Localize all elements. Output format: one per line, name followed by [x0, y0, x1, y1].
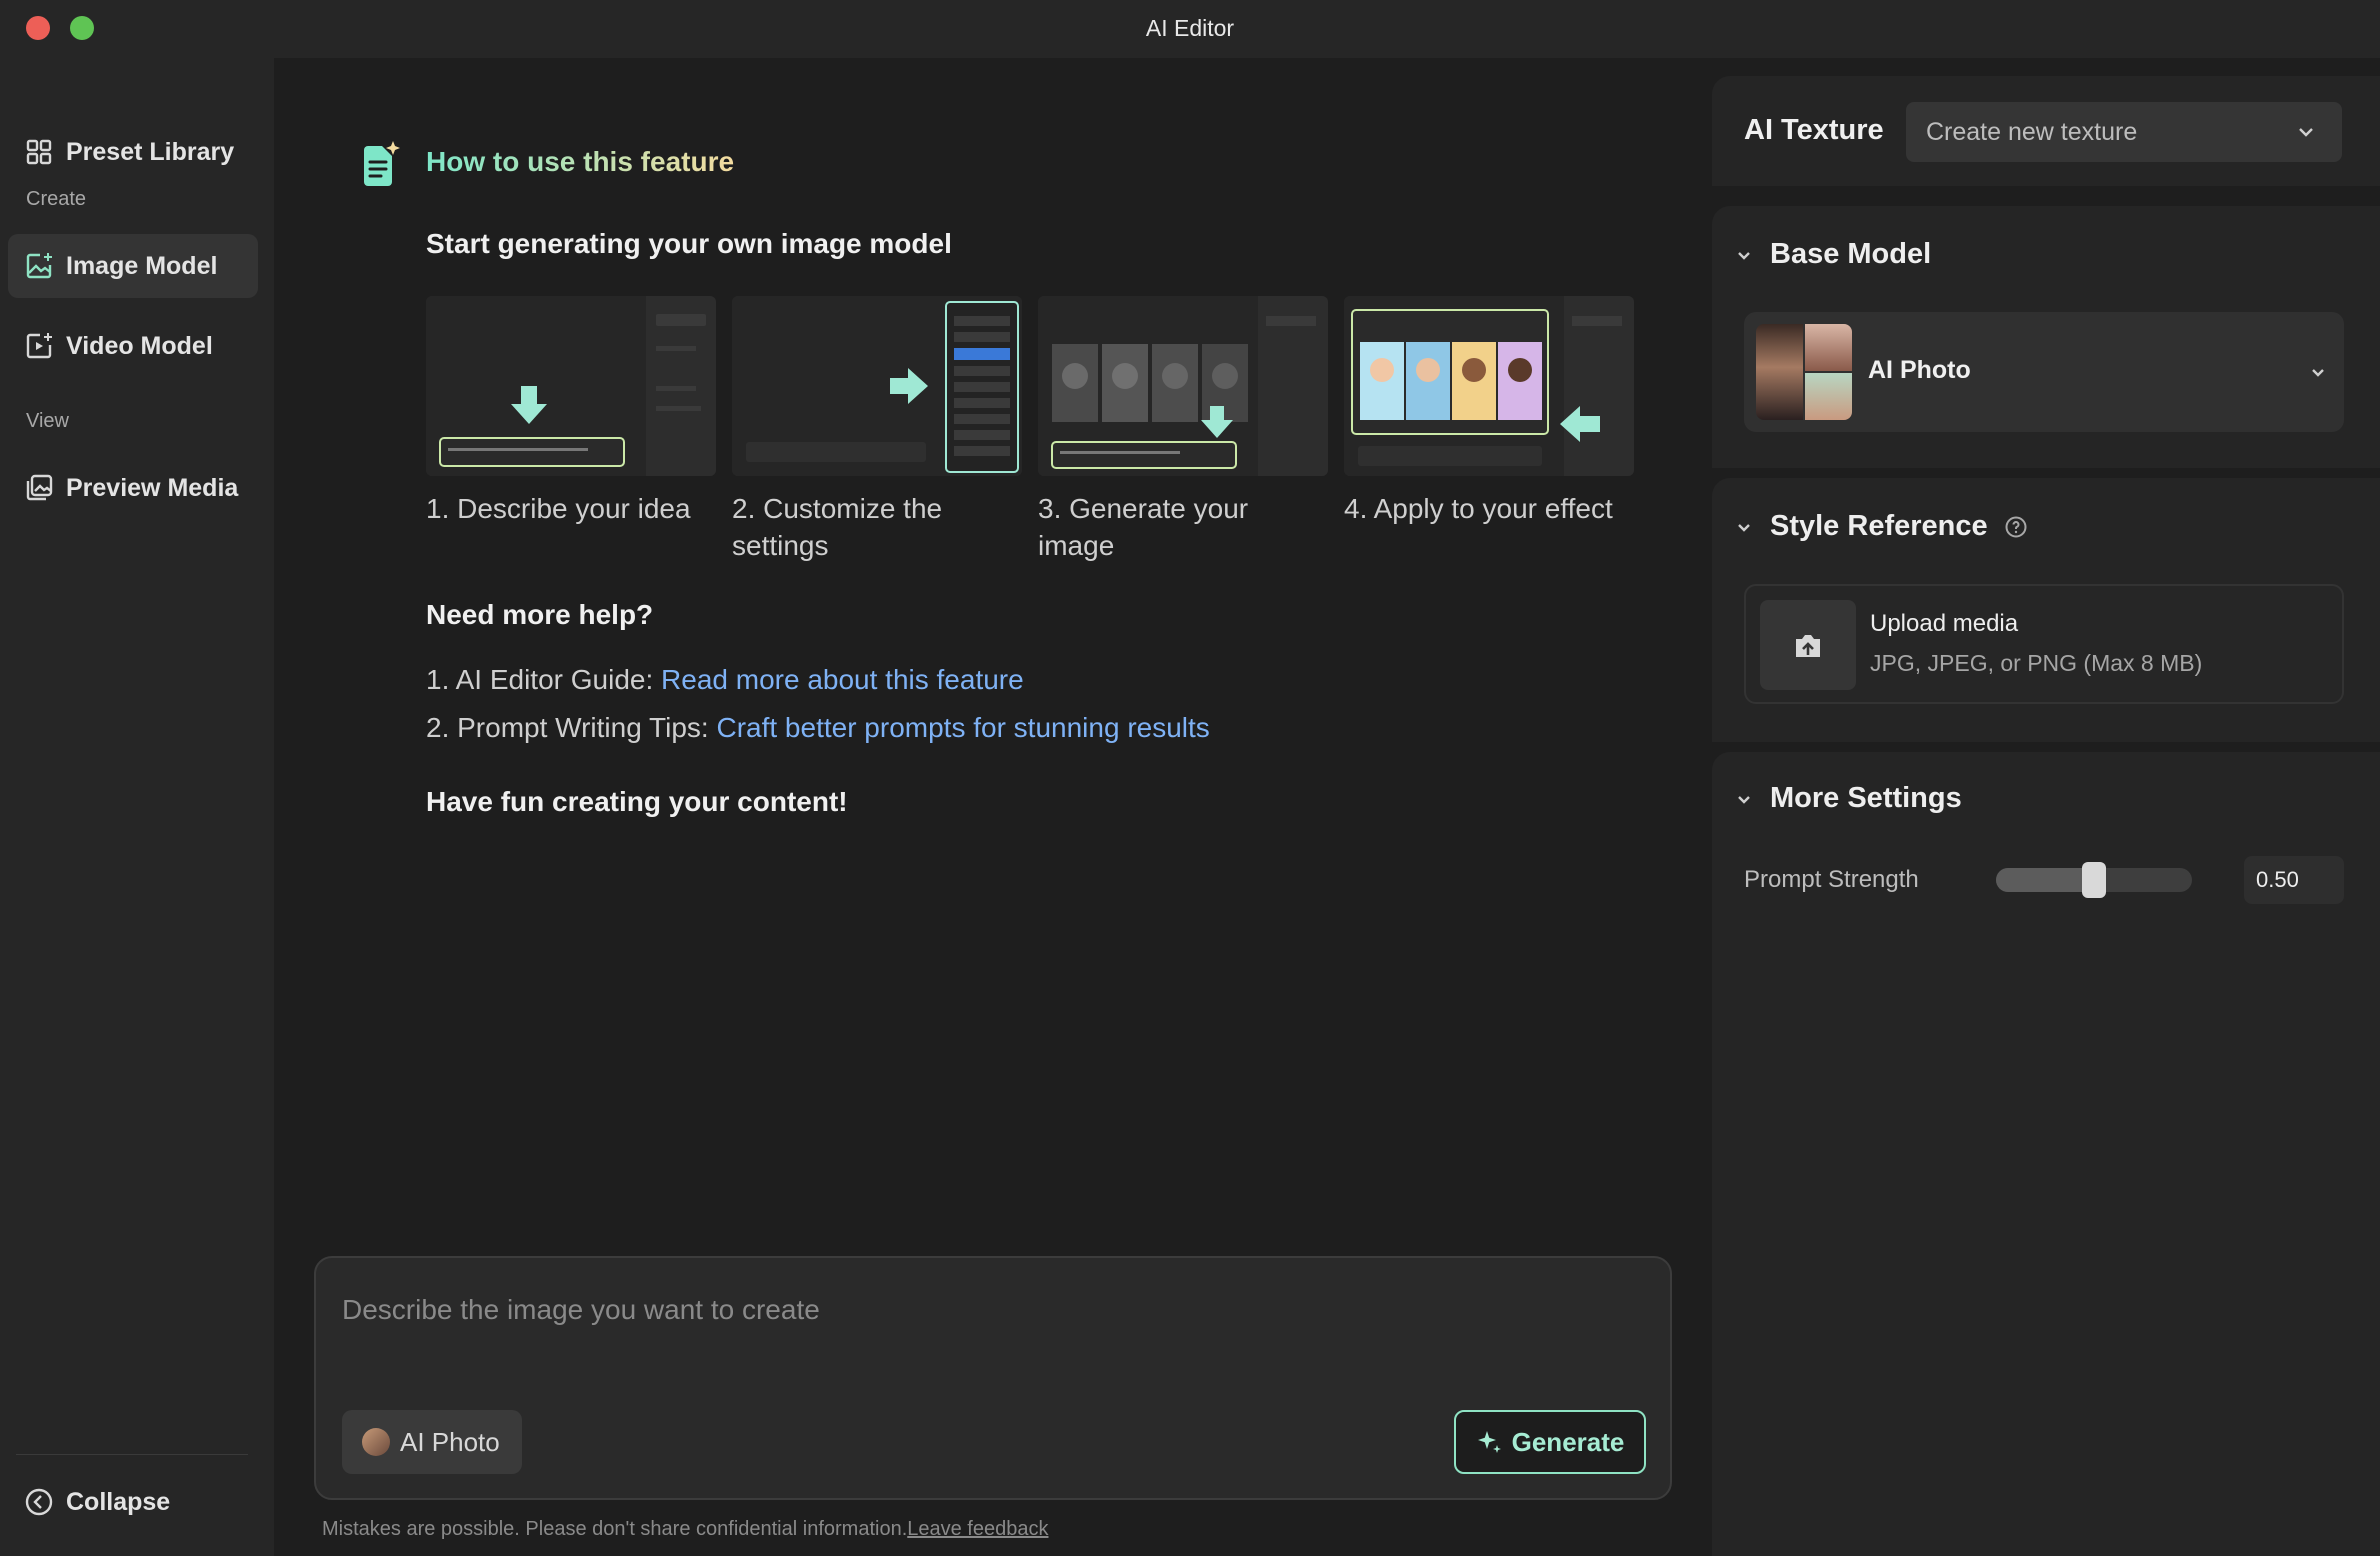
more-settings-toggle[interactable]: More Settings	[1734, 782, 1962, 815]
step-thumbnail	[1344, 296, 1634, 476]
sparkle-icon	[1477, 1431, 1501, 1453]
base-model-select[interactable]: AI Photo	[1744, 312, 2344, 432]
howto-title: How to use this feature	[426, 146, 735, 177]
create-section-label: Create	[26, 188, 87, 210]
sidebar-divider	[16, 1454, 248, 1455]
slider-thumb[interactable]	[2082, 862, 2106, 898]
generate-button[interactable]: Generate	[1454, 1410, 1646, 1474]
more-settings-heading: More Settings	[1770, 782, 1962, 814]
preview-media-icon	[24, 473, 54, 503]
generate-label: Generate	[1511, 1426, 1625, 1457]
model-avatar	[362, 1428, 390, 1456]
leave-feedback-link[interactable]: Leave feedback	[907, 1518, 1048, 1540]
sidebar-item-video-model[interactable]: Video Model	[8, 314, 258, 378]
window-title: AI Editor	[1145, 15, 1235, 41]
style-reference-toggle[interactable]: Style Reference	[1734, 510, 2028, 543]
guide-link[interactable]: Read more about this feature	[661, 664, 1024, 695]
step-card: 1. Describe your idea	[426, 296, 716, 527]
sidebar-item-label: Video Model	[66, 331, 213, 360]
step-card: 2. Customize the settings	[732, 296, 1022, 564]
step-caption: 4. Apply to your effect	[1344, 493, 1613, 524]
base-model-heading: Base Model	[1770, 238, 1932, 270]
help-heading: Need more help?	[426, 599, 654, 630]
help-icon[interactable]	[2004, 515, 2028, 539]
chevron-down-icon	[1738, 795, 1750, 804]
upload-title: Upload media	[1870, 610, 2019, 637]
step-caption: 2. Customize the settings	[732, 493, 943, 561]
sidebar-item-image-model[interactable]: Image Model	[8, 234, 258, 298]
model-chip[interactable]: AI Photo	[342, 1410, 522, 1474]
texture-select-value: Create new texture	[1926, 117, 2138, 146]
upload-image-icon	[1760, 600, 1856, 690]
model-thumbnail	[1756, 324, 1852, 420]
model-chip-label: AI Photo	[400, 1426, 500, 1457]
disclaimer: Mistakes are possible. Please don't shar…	[322, 1518, 1048, 1541]
sidebar-item-label: Image Model	[66, 251, 218, 280]
steps-row: 1. Describe your idea 2. Customize the s…	[426, 296, 1636, 576]
grid-icon	[24, 137, 54, 167]
collapse-label: Collapse	[66, 1487, 171, 1516]
step-caption: 1. Describe your idea	[426, 493, 691, 524]
disclaimer-text: Mistakes are possible. Please don't shar…	[322, 1518, 908, 1540]
step-thumbnail	[1038, 296, 1328, 476]
sidebar-item-preview-media[interactable]: Preview Media	[8, 456, 258, 520]
help-line-tips: 2. Prompt Writing Tips: Craft better pro…	[426, 712, 1210, 744]
prompt-strength-value[interactable]: 0.50	[2244, 856, 2344, 904]
prompt-box: AI Photo Generate	[314, 1256, 1672, 1500]
chevron-down-icon	[1738, 523, 1750, 532]
base-model-name: AI Photo	[1868, 356, 1971, 384]
step-card: 4. Apply to your effect	[1344, 296, 1634, 527]
step-card: 3. Generate your image	[1038, 296, 1328, 564]
document-sparkle-icon	[364, 141, 400, 186]
step-thumbnail	[732, 296, 1022, 476]
sidebar-item-label: Preset Library	[66, 137, 235, 166]
base-model-toggle[interactable]: Base Model	[1734, 238, 1931, 271]
chevron-left-circle-icon	[24, 1487, 54, 1517]
collapse-button[interactable]: Collapse	[8, 1470, 258, 1534]
texture-select[interactable]: Create new texture	[1906, 102, 2342, 162]
closing-text: Have fun creating your content!	[426, 786, 848, 817]
help-line-guide: 1. AI Editor Guide: Read more about this…	[426, 664, 1024, 696]
chevron-down-icon	[2299, 128, 2313, 137]
title-bar: AI Editor	[0, 0, 2380, 58]
style-reference-heading: Style Reference	[1770, 510, 1988, 542]
help-line-prefix: 2. Prompt Writing Tips:	[426, 712, 717, 743]
upload-media-dropzone[interactable]: Upload media JPG, JPEG, or PNG (Max 8 MB…	[1744, 584, 2344, 704]
section-heading: Start generating your own image model	[426, 228, 952, 259]
sidebar-item-label: Preview Media	[66, 473, 239, 502]
chevron-down-icon	[1738, 251, 1750, 260]
ai-texture-label: AI Texture	[1744, 114, 1884, 146]
prompt-strength-label: Prompt Strength	[1744, 866, 1919, 893]
upload-formats: JPG, JPEG, or PNG (Max 8 MB)	[1870, 650, 2203, 676]
slider-fill	[1996, 868, 2094, 892]
view-section-label: View	[26, 410, 69, 432]
video-sparkle-icon	[24, 331, 54, 361]
step-caption: 3. Generate your image	[1038, 493, 1249, 561]
sidebar-item-preset-library[interactable]: Preset Library	[8, 120, 258, 184]
step-thumbnail	[426, 296, 716, 476]
prompt-input[interactable]	[342, 1294, 1642, 1326]
prompt-strength-slider[interactable]	[1996, 862, 2192, 898]
sidebar: Preset Library Create Image Model Video …	[0, 58, 274, 1556]
prompt-tips-link[interactable]: Craft better prompts for stunning result…	[716, 712, 1209, 743]
image-sparkle-icon	[24, 251, 54, 281]
help-line-prefix: 1. AI Editor Guide:	[426, 664, 662, 695]
chevron-down-icon	[2312, 369, 2324, 377]
